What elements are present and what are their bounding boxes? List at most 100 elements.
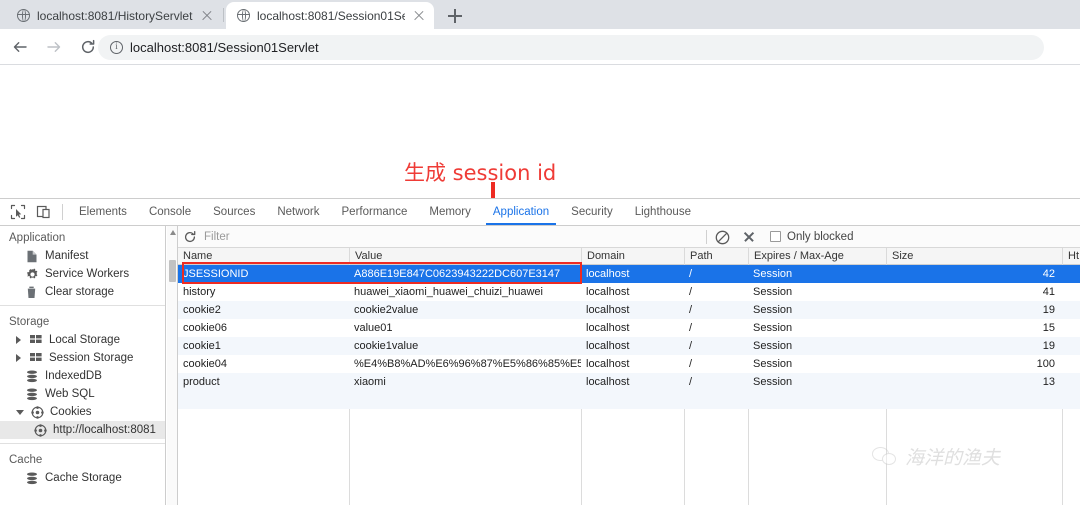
table-row[interactable]: cookie06 value01 localhost / Session 15 [178,319,1080,337]
column-header-size[interactable]: Size [886,248,1062,265]
cell-expires: Session [753,304,793,316]
cell-domain: localhost [586,340,630,352]
sidebar-item-label: Local Storage [49,334,120,346]
devtools-tabbar: Elements Console Sources Network Perform… [0,199,1080,226]
sidebar-item-localhost-8081[interactable]: http://localhost:8081 [0,421,165,439]
back-arrow-icon[interactable] [6,33,34,61]
sidebar-item-manifest[interactable]: Manifest [0,247,165,265]
cookie-icon [31,405,44,419]
sidebar-item-session-storage[interactable]: Session Storage [0,349,165,367]
sidebar-item-local-storage[interactable]: Local Storage [0,331,165,349]
devtools-tab-lighthouse[interactable]: Lighthouse [624,199,702,225]
column-header-path[interactable]: Path [684,248,748,265]
devtools-tab-security[interactable]: Security [560,199,624,225]
cell-value: A886E19E847C0623943222DC607E3147 [354,268,561,280]
device-toolbar-icon[interactable] [31,199,57,225]
sidebar-scrollbar[interactable] [167,226,178,505]
table-icon [30,352,43,365]
sidebar-section-application: Application [9,232,66,244]
cell-size: 15 [1042,322,1055,334]
cell-name: cookie1 [183,340,221,352]
cell-name: cookie2 [183,304,221,316]
devtools-tab-memory[interactable]: Memory [418,199,482,225]
inspect-element-icon[interactable] [5,199,31,225]
sidebar-item-web-sql[interactable]: Web SQL [0,385,165,403]
refresh-icon[interactable] [178,226,202,248]
sidebar-item-cache-storage[interactable]: Cache Storage [0,469,165,487]
cell-domain: localhost [586,304,630,316]
cell-expires: Session [753,376,793,388]
column-header-name[interactable]: Name [178,248,349,265]
table-row[interactable]: history huawei_xiaomi_huawei_chuizi_huaw… [178,283,1080,301]
forward-arrow-icon[interactable] [40,33,68,61]
cell-domain: localhost [586,358,630,370]
column-header-httponly[interactable]: Ht [1062,248,1080,265]
chevron-right-icon[interactable] [16,354,23,362]
sidebar-item-service-workers[interactable]: Service Workers [0,265,165,283]
cell-path: / [689,322,693,334]
browser-window: localhost:8081/HistoryServlet localhost:… [0,0,1080,505]
column-header-domain[interactable]: Domain [581,248,684,265]
cell-expires: Session [753,340,793,352]
filter-divider [706,229,707,244]
globe-icon [236,8,250,22]
document-icon [26,250,39,263]
cookie-filter-bar: Filter Only blocked [178,226,1080,248]
filter-input[interactable]: Filter [202,231,700,243]
cell-size: 41 [1042,286,1055,298]
devtools-tab-performance[interactable]: Performance [331,199,419,225]
close-icon[interactable] [200,9,214,23]
table-header-row: Name Value Domain Path Expires / Max-Age… [178,248,1080,265]
scrollbar-thumb[interactable] [169,260,176,282]
close-icon[interactable] [740,228,758,246]
devtools-sidebar: Application Manifest Service Workers Cle… [0,226,166,505]
sidebar-item-label: Cookies [50,406,92,418]
table-row[interactable]: product xiaomi localhost / Session 13 [178,373,1080,391]
address-bar[interactable]: localhost:8081/Session01Servlet [98,35,1044,60]
devtools-tab-application[interactable]: Application [482,199,560,225]
clear-all-icon[interactable] [713,228,731,246]
close-icon[interactable] [412,9,426,23]
sidebar-divider [0,443,165,444]
cell-path: / [689,304,693,316]
sidebar-section-cache: Cache [9,454,43,466]
tab-strip: localhost:8081/HistoryServlet localhost:… [0,0,1080,29]
table-row[interactable]: cookie2 cookie2value localhost / Session… [178,301,1080,319]
cell-value: value01 [354,322,393,334]
cell-name: cookie06 [183,322,228,334]
cell-expires: Session [753,268,793,280]
only-blocked-checkbox[interactable] [770,231,781,242]
column-header-expires[interactable]: Expires / Max-Age [748,248,886,265]
sidebar-item-cookies[interactable]: Cookies [0,403,165,421]
table-row[interactable]: cookie1 cookie1value localhost / Session… [178,337,1080,355]
sidebar-item-clear-storage[interactable]: Clear storage [0,283,165,301]
cell-domain: localhost [586,376,630,388]
devtools-tab-elements[interactable]: Elements [68,199,138,225]
cell-expires: Session [753,358,793,370]
devtools-tab-console[interactable]: Console [138,199,202,225]
column-header-value[interactable]: Value [349,248,581,265]
cell-name: cookie04 [183,358,228,370]
info-circle-icon[interactable] [110,41,123,54]
cell-path: / [689,340,693,352]
new-tab-button[interactable] [444,5,466,27]
table-row[interactable]: JSESSIONID A886E19E847C0623943222DC607E3… [178,265,1080,283]
cell-expires: Session [753,286,793,298]
gear-icon [26,268,39,281]
table-icon [30,334,43,347]
table-row[interactable]: cookie04 %E4%B8%AD%E6%96%87%E5%86%85%E5.… [178,355,1080,373]
chevron-down-icon[interactable] [16,409,24,415]
scroll-up-arrow-icon[interactable] [169,230,176,235]
cookie-icon [34,423,47,437]
tab-title: localhost:8081/HistoryServlet [37,8,193,23]
chevron-right-icon[interactable] [16,336,23,344]
browser-tab-history-servlet[interactable]: localhost:8081/HistoryServlet [6,2,222,29]
sidebar-section-storage: Storage [9,316,50,328]
browser-tab-session01-servlet[interactable]: localhost:8081/Session01Servl [226,2,434,29]
sidebar-item-indexeddb[interactable]: IndexedDB [0,367,165,385]
devtools-tab-sources[interactable]: Sources [202,199,266,225]
sidebar-item-label: IndexedDB [45,370,102,382]
devtools-tab-network[interactable]: Network [266,199,330,225]
cell-value: cookie2value [354,304,419,316]
address-bar-value: localhost:8081/Session01Servlet [130,40,319,55]
